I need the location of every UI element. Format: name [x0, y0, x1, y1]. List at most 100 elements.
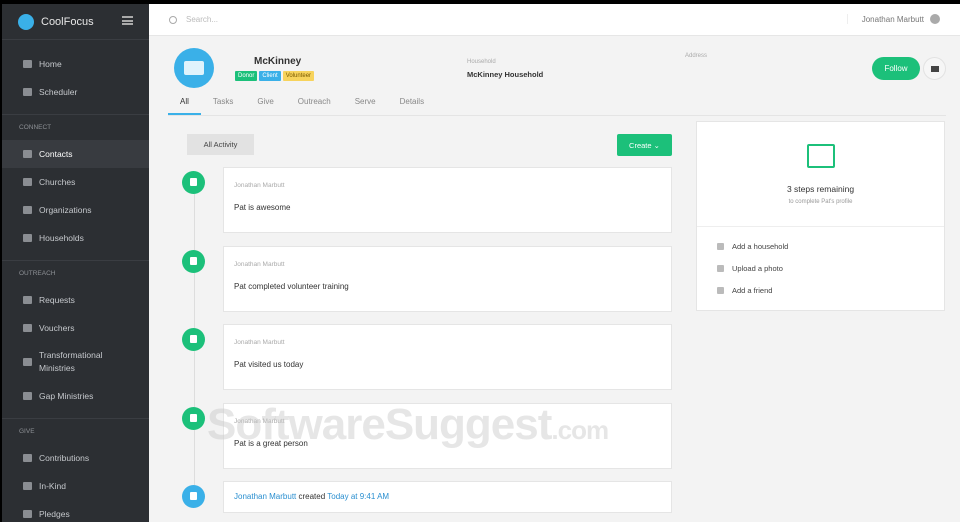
sidebar: CoolFocus Home Scheduler CONNECT Contacts Ch… [2, 4, 149, 522]
activity-text: Pat is awesome [234, 203, 291, 212]
tabs: All Tasks Give Outreach Serve Details [168, 97, 436, 115]
sidebar-item-households[interactable]: Households [2, 224, 149, 252]
watermark: SoftwareSuggest.com [207, 400, 609, 450]
sidebar-section-title: GIVE [2, 418, 149, 444]
sidebar-item-vouchers[interactable]: Vouchers [2, 314, 149, 342]
home-icon [23, 60, 32, 68]
sidebar-item-label: Organizations [39, 205, 92, 215]
sidebar-item-label: Scheduler [39, 87, 78, 97]
address-label: Address [685, 53, 708, 59]
all-activity-filter[interactable]: All Activity [187, 134, 254, 155]
tab-all[interactable]: All [168, 97, 201, 115]
logo-icon [18, 13, 34, 30]
panel-link-label: Add a household [732, 242, 789, 251]
pledges-icon [23, 510, 32, 518]
follow-button[interactable]: Follow [872, 57, 920, 80]
activity-author[interactable]: Jonathan Marbutt [234, 261, 285, 268]
activity-card: Jonathan Marbutt Pat visited us today [223, 324, 672, 390]
activity-card: Jonathan Marbutt Pat is awesome [223, 167, 672, 233]
sidebar-item-label: Home [39, 59, 62, 69]
panel-link-label: Upload a photo [732, 264, 783, 273]
topbar: Search... Jonathan Marbutt [149, 4, 960, 36]
organizations-icon [23, 206, 32, 214]
sidebar-item-requests[interactable]: Requests [2, 286, 149, 314]
activity-author[interactable]: Jonathan Marbutt [234, 182, 285, 189]
sidebar-item-home[interactable]: Home [2, 50, 149, 78]
sidebar-item-transformational-ministries[interactable]: Transformational Ministries [2, 342, 149, 382]
sidebar-item-label: Requests [39, 295, 75, 305]
user-plus-icon [717, 287, 724, 294]
sidebar-item-label: Contributions [39, 453, 90, 463]
contributions-icon [23, 454, 32, 462]
tag-badge: Client [259, 71, 281, 81]
user-avatar-icon [930, 14, 940, 24]
household-value[interactable]: McKinney Household [467, 70, 543, 79]
tags: Donor Client Volunteer [235, 71, 315, 81]
panel-link-add-a-household[interactable]: Add a household [717, 242, 788, 251]
user-menu[interactable]: Jonathan Marbutt [846, 14, 940, 24]
app-name: CoolFocus [41, 15, 94, 28]
menu-icon[interactable] [122, 16, 133, 25]
created-time-link[interactable]: Today at 9:41 AM [327, 492, 389, 501]
sidebar-item-scheduler[interactable]: Scheduler [2, 78, 149, 106]
panel-link-add-a-friend[interactable]: Add a friend [717, 286, 772, 295]
sidebar-item-label: Transformational Ministries [39, 350, 103, 373]
sidebar-item-label: In-Kind [39, 481, 66, 491]
search-placeholder: Search... [186, 15, 219, 24]
sidebar-item-churches[interactable]: Churches [2, 168, 149, 196]
note-icon [182, 328, 205, 351]
contact-avatar[interactable] [174, 48, 214, 88]
sidebar-item-in-kind[interactable]: In-Kind [2, 472, 149, 500]
camera-icon [717, 265, 724, 272]
tab-give[interactable]: Give [245, 97, 285, 115]
profile-completion-panel: 3 steps remaining to complete Pat's prof… [696, 121, 945, 311]
watermark-text: SoftwareSuggest [207, 400, 552, 449]
tab-tasks[interactable]: Tasks [201, 97, 245, 115]
note-icon [182, 406, 205, 430]
tab-serve[interactable]: Serve [343, 97, 388, 115]
sidebar-item-label: Vouchers [39, 323, 75, 333]
divider [697, 226, 944, 227]
sidebar-item-pledges[interactable]: Pledges [2, 500, 149, 522]
panel-link-upload-a-photo[interactable]: Upload a photo [717, 264, 783, 273]
households-icon [23, 234, 32, 242]
search-icon [169, 15, 177, 24]
sidebar-section-title: OUTREACH [2, 260, 149, 286]
app: CoolFocus Home Scheduler CONNECT Contacts Ch… [2, 4, 960, 522]
sidebar-item-label: Pledges [39, 509, 70, 519]
created-verb: created [296, 492, 328, 501]
search-input[interactable]: Search... [169, 15, 218, 24]
in-kind-icon [23, 482, 32, 490]
created-entry: Jonathan Marbutt created Today at 9:41 A… [223, 481, 672, 513]
gap-ministries-icon [23, 392, 32, 400]
watermark-suffix: .com [551, 415, 609, 445]
contacts-icon [23, 150, 32, 158]
mail-button[interactable] [923, 57, 946, 80]
tag-badge: Donor [235, 71, 258, 81]
steps-subtitle: to complete Pat's profile [788, 199, 853, 205]
transformational-ministries-icon [23, 358, 32, 366]
sidebar-section-title: CONNECT [2, 114, 149, 140]
activity-text: Pat visited us today [234, 360, 304, 369]
divider [168, 115, 946, 116]
sidebar-item-gap-ministries[interactable]: Gap Ministries [2, 382, 149, 410]
vouchers-icon [23, 324, 32, 332]
steps-remaining: 3 steps remaining [786, 184, 855, 194]
tag-badge: Volunteer [282, 71, 315, 81]
create-button[interactable]: Create ⌄ [617, 134, 672, 156]
activity-author[interactable]: Jonathan Marbutt [234, 339, 285, 346]
panel-link-label: Add a friend [732, 286, 773, 295]
requests-icon [23, 296, 32, 304]
tab-details[interactable]: Details [388, 97, 436, 115]
sidebar-item-organizations[interactable]: Organizations [2, 196, 149, 224]
created-icon [182, 485, 205, 508]
id-card-icon [807, 144, 835, 168]
user-name: Jonathan Marbutt [861, 14, 924, 24]
contact-name: McKinney [254, 56, 302, 67]
author-link[interactable]: Jonathan Marbutt [234, 492, 296, 501]
sidebar-item-label: Contacts [39, 149, 73, 159]
sidebar-item-contacts[interactable]: Contacts [2, 140, 149, 168]
tab-outreach[interactable]: Outreach [286, 97, 343, 115]
sidebar-item-contributions[interactable]: Contributions [2, 444, 149, 472]
household-label: Household [467, 59, 496, 65]
